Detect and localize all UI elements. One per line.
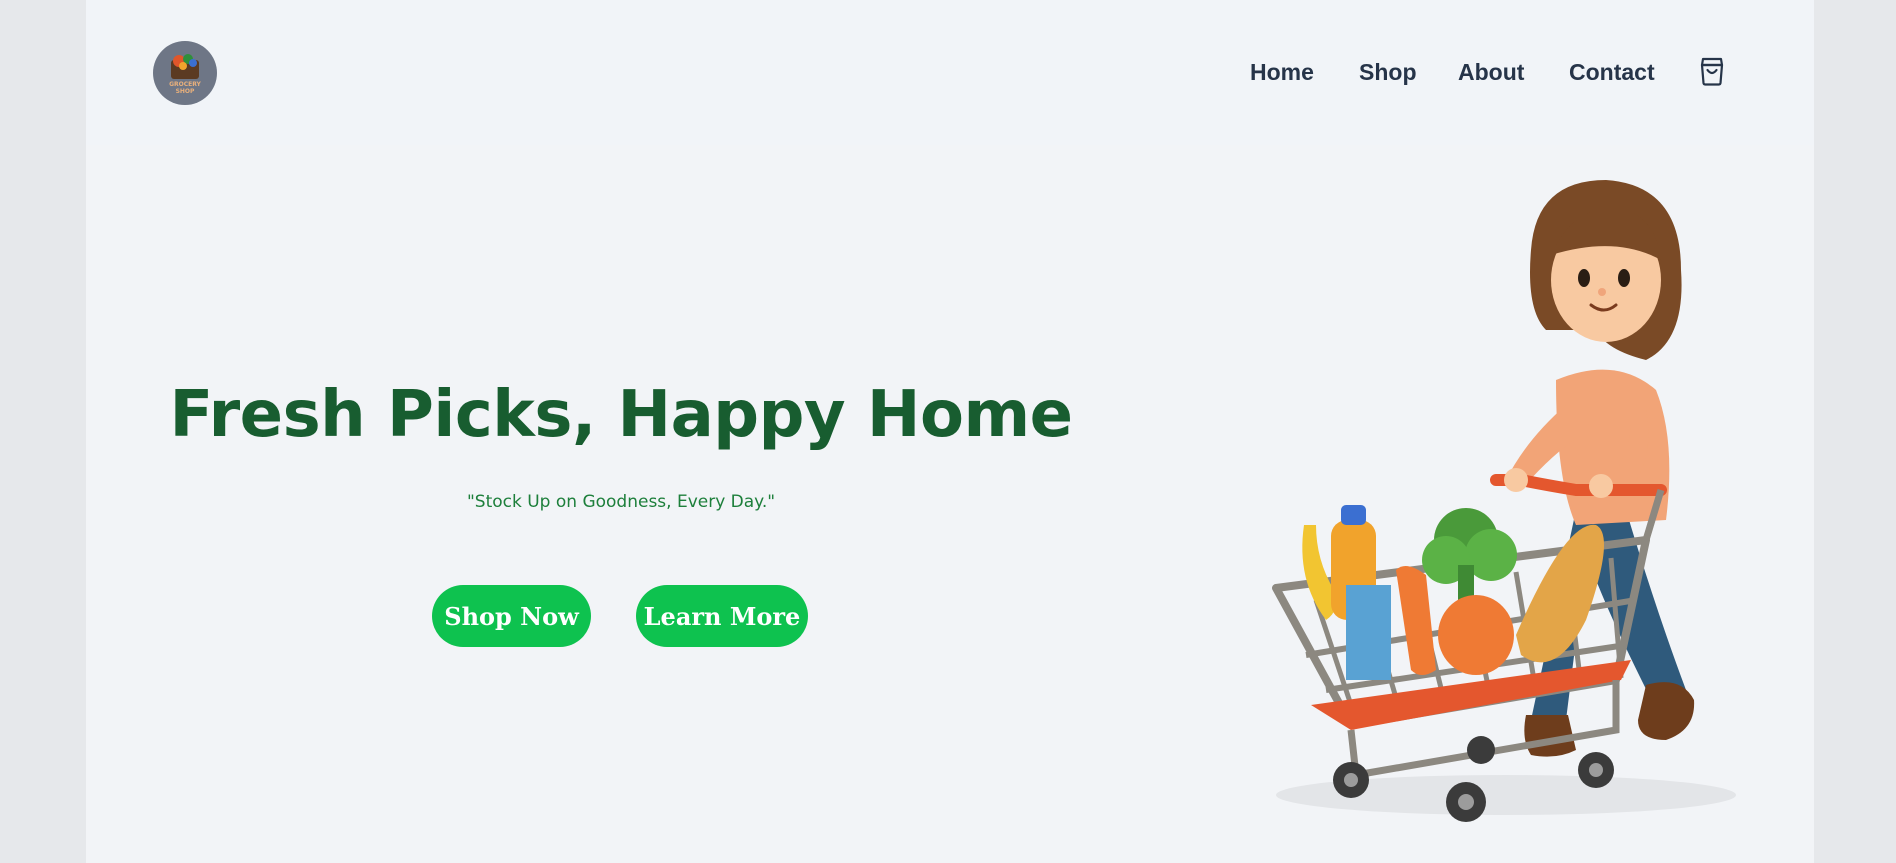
shop-now-button[interactable]: Shop Now xyxy=(432,585,591,647)
nav-shop[interactable]: Shop xyxy=(1359,55,1417,89)
hero-subtitle: "Stock Up on Goodness, Every Day." xyxy=(466,492,776,512)
hero-illustration xyxy=(1176,180,1846,840)
shopper-with-cart-image xyxy=(1272,180,1736,822)
logo-text: GROCERY SHOP xyxy=(169,81,201,95)
logo-text-line1: GROCERY xyxy=(169,81,201,88)
basket-logo-icon xyxy=(171,54,199,79)
nav-home[interactable]: Home xyxy=(1250,55,1314,89)
shopping-bag-icon[interactable] xyxy=(1698,56,1726,86)
learn-more-button[interactable]: Learn More xyxy=(636,585,808,647)
site-header: GROCERY SHOP Home Shop About Contact xyxy=(86,0,1814,145)
hero-title: Fresh Picks, Happy Home xyxy=(169,378,1073,452)
logo-text-line2: SHOP xyxy=(175,88,195,95)
logo[interactable]: GROCERY SHOP xyxy=(153,41,217,105)
nav-contact[interactable]: Contact xyxy=(1569,55,1655,89)
nav-about[interactable]: About xyxy=(1458,55,1524,89)
page: GROCERY SHOP Home Shop About Contact Fre… xyxy=(86,0,1814,863)
